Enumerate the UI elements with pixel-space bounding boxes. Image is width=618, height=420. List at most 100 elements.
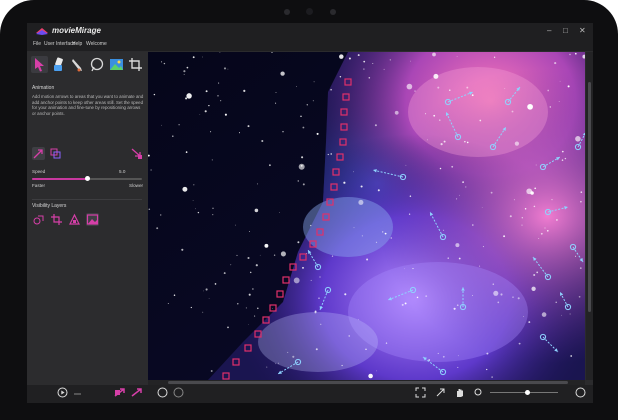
star bbox=[551, 198, 553, 201]
star bbox=[526, 188, 533, 195]
star bbox=[238, 132, 241, 134]
star bbox=[523, 316, 525, 317]
zoom-in-icon[interactable] bbox=[173, 387, 184, 398]
star bbox=[533, 273, 536, 277]
star bbox=[491, 376, 493, 378]
star bbox=[368, 77, 371, 79]
star bbox=[555, 301, 557, 304]
star bbox=[575, 136, 581, 142]
star bbox=[464, 141, 466, 143]
image-canvas[interactable] bbox=[148, 52, 585, 380]
star bbox=[459, 194, 460, 196]
star bbox=[574, 52, 577, 55]
star bbox=[254, 208, 259, 213]
pen-tool[interactable] bbox=[69, 56, 86, 73]
star bbox=[368, 373, 373, 379]
star bbox=[212, 214, 214, 216]
eraser-tool[interactable] bbox=[50, 56, 67, 73]
expand-icon[interactable] bbox=[435, 387, 446, 398]
star bbox=[320, 323, 322, 325]
star bbox=[439, 167, 442, 170]
speed-slider-handle[interactable] bbox=[84, 176, 90, 181]
menu-welcome[interactable]: Welcome bbox=[86, 41, 107, 47]
star bbox=[535, 164, 537, 166]
layer-arrows-toggle[interactable] bbox=[32, 213, 45, 226]
star bbox=[493, 56, 496, 58]
close-button[interactable]: ✕ bbox=[579, 26, 586, 36]
star bbox=[297, 180, 299, 182]
pen-tool-icon bbox=[72, 59, 82, 72]
play-icon[interactable] bbox=[57, 387, 68, 398]
zoom-icon[interactable] bbox=[473, 387, 484, 398]
star bbox=[293, 277, 300, 284]
star bbox=[503, 235, 506, 238]
menu-help[interactable]: Help bbox=[72, 41, 82, 47]
minimize-button[interactable]: – bbox=[547, 26, 551, 36]
bottom-toolbar bbox=[27, 385, 593, 403]
vertical-scrollbar[interactable] bbox=[586, 52, 593, 380]
layer-crop-icon bbox=[51, 214, 62, 225]
speed-slider[interactable] bbox=[32, 176, 142, 181]
star bbox=[344, 293, 347, 296]
star bbox=[306, 104, 308, 106]
star bbox=[451, 165, 454, 168]
star bbox=[339, 75, 342, 78]
lasso-tool[interactable] bbox=[88, 56, 105, 73]
star bbox=[360, 185, 363, 188]
menu-user-interface[interactable]: User Interface bbox=[44, 41, 75, 47]
anchor-point-button[interactable] bbox=[49, 147, 62, 160]
layer-crop-toggle[interactable] bbox=[50, 213, 63, 226]
star bbox=[279, 211, 280, 213]
arrow-animate-tool[interactable] bbox=[31, 56, 48, 73]
zoom-slider-handle[interactable] bbox=[525, 390, 530, 395]
star bbox=[425, 113, 427, 115]
star bbox=[375, 241, 378, 243]
star bbox=[341, 364, 343, 367]
motion-arrow-button[interactable] bbox=[32, 147, 45, 160]
animation-description: Add motion arrows to areas that you want… bbox=[32, 94, 144, 116]
star bbox=[443, 229, 445, 231]
fit-to-screen-icon[interactable] bbox=[415, 387, 426, 398]
star bbox=[300, 115, 302, 118]
star bbox=[236, 254, 238, 256]
star bbox=[313, 81, 315, 83]
app-title: movieMirage bbox=[52, 26, 101, 35]
star bbox=[167, 303, 169, 304]
star bbox=[472, 224, 474, 226]
menu-file[interactable]: File bbox=[33, 41, 41, 47]
star bbox=[182, 186, 188, 192]
star bbox=[161, 124, 162, 126]
star bbox=[227, 326, 229, 329]
star bbox=[148, 208, 151, 211]
star bbox=[150, 169, 152, 171]
select-arrow-button[interactable] bbox=[130, 147, 143, 160]
motion-arrow-tool-icon[interactable] bbox=[113, 387, 127, 398]
star bbox=[517, 297, 520, 300]
layer-mask-toggle[interactable] bbox=[68, 213, 81, 226]
zoom-max-icon[interactable] bbox=[575, 387, 586, 398]
layer-mask-icon bbox=[69, 213, 80, 225]
star bbox=[331, 255, 334, 257]
crop-tool[interactable] bbox=[127, 56, 144, 73]
star bbox=[456, 304, 459, 307]
hand-pan-icon[interactable] bbox=[454, 387, 465, 398]
star bbox=[218, 82, 220, 84]
zoom-out-icon[interactable] bbox=[157, 387, 168, 398]
star bbox=[296, 85, 298, 87]
horizontal-scroll-thumb[interactable] bbox=[168, 381, 568, 384]
maximize-button[interactable]: □ bbox=[563, 26, 568, 36]
zoom-slider[interactable] bbox=[490, 392, 558, 393]
app-window: movieMirage – □ ✕ File User Interface He… bbox=[27, 23, 593, 403]
star bbox=[183, 70, 186, 73]
laptop-frame: movieMirage – □ ✕ File User Interface He… bbox=[0, 0, 618, 420]
image-tool[interactable] bbox=[108, 56, 125, 73]
loop-icon[interactable] bbox=[72, 387, 83, 398]
layer-image-toggle[interactable] bbox=[86, 213, 99, 226]
vertical-scroll-thumb[interactable] bbox=[588, 82, 591, 312]
star bbox=[575, 255, 577, 257]
star bbox=[412, 268, 414, 270]
star bbox=[432, 52, 436, 57]
arrow-options-icon[interactable] bbox=[130, 387, 144, 398]
star bbox=[298, 163, 305, 170]
star bbox=[385, 342, 388, 344]
